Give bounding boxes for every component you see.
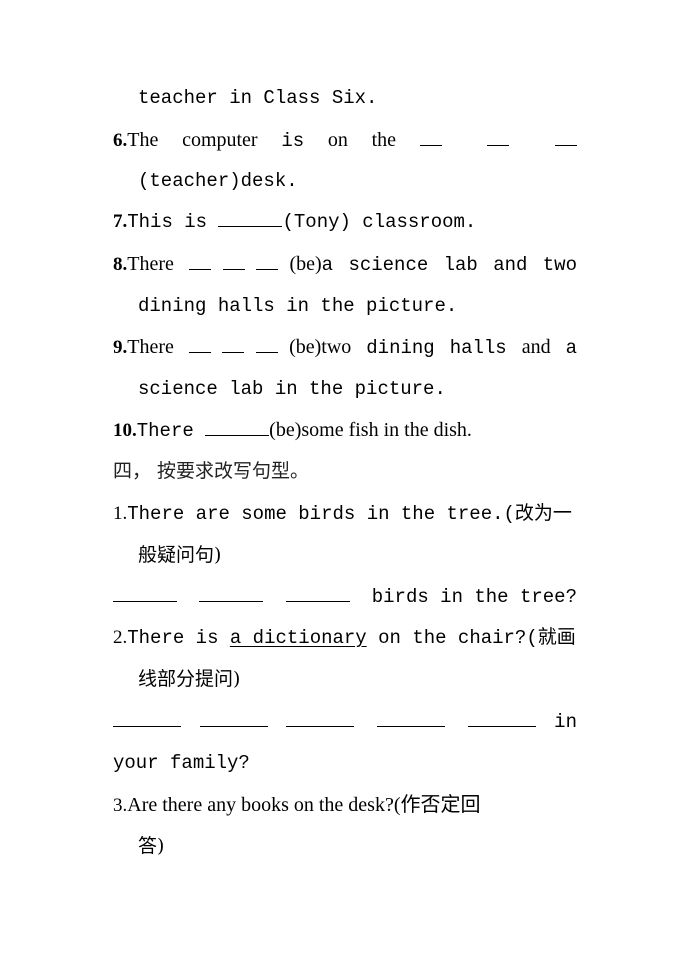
rewrite-answer-2: in: [113, 709, 577, 735]
word: computer: [182, 129, 258, 151]
question-cont-text: 般疑问句): [138, 544, 222, 566]
answer-text: birds in the tree?: [371, 586, 577, 608]
word: halls: [449, 337, 507, 359]
rewrite-question-1: 1.There are some birds in the tree.(改为一: [113, 501, 577, 527]
question-text: Are there any books on the desk?(作否定回: [127, 794, 481, 816]
answer-blank[interactable]: [376, 710, 445, 727]
item-text: There: [136, 420, 194, 442]
question-cont-text: 线部分提问): [138, 668, 241, 690]
answer-blank[interactable]: [199, 585, 264, 602]
question-cont-text: 答): [138, 835, 165, 857]
rewrite-question-2-continuation: 线部分提问): [138, 666, 577, 692]
item-number: 8.: [113, 254, 128, 275]
answer-blank[interactable]: [467, 710, 536, 727]
answer-blank[interactable]: [205, 419, 270, 436]
answer-blank[interactable]: [286, 710, 355, 727]
word: and: [521, 336, 551, 358]
item-8-cont-text: dining halls in the picture.: [138, 295, 458, 317]
hint: (be): [289, 336, 322, 358]
question-text: There is: [127, 627, 219, 649]
word: and: [493, 254, 528, 276]
word: two: [542, 254, 577, 276]
word: There: [127, 253, 174, 275]
word: a: [565, 337, 577, 359]
hint: (be): [289, 253, 322, 275]
answer-text: in: [554, 711, 577, 733]
question-item-8: 8.There (be)a science lab and two: [113, 251, 577, 277]
item-9-cont-text: science lab in the picture.: [138, 378, 446, 400]
answer-blank[interactable]: [189, 254, 279, 276]
item-8-continuation: dining halls in the picture.: [138, 293, 577, 319]
item-number: 6.: [113, 130, 128, 151]
item-6-cont-text: (teacher)desk.: [138, 170, 298, 192]
word: dining: [366, 337, 435, 359]
rewrite-question-3-continuation: 答): [138, 833, 577, 859]
question-item-9: 9.There (be)two dining halls and a: [113, 334, 577, 360]
answer-blank[interactable]: [113, 710, 181, 727]
word: There: [127, 336, 174, 358]
item-number: 1.: [113, 503, 128, 524]
answer-blank[interactable]: [218, 210, 283, 227]
item-number: 3.: [113, 795, 128, 816]
item-number: 2.: [113, 627, 128, 648]
question-item-6: 6.The computer is on the: [113, 127, 577, 153]
item-text: This is: [127, 211, 208, 233]
item-text: some fish in the dish.: [301, 419, 472, 441]
word: science: [348, 254, 429, 276]
section-4-heading: 四， 按要求改写句型。: [113, 458, 577, 484]
item-number: 7.: [113, 211, 128, 232]
item-number: 10.: [113, 420, 137, 441]
item-number: 9.: [113, 337, 128, 358]
item-6-continuation: (teacher)desk.: [138, 168, 577, 194]
answer-blank[interactable]: [113, 585, 177, 602]
underlined-phrase: a dictionary: [229, 627, 367, 649]
question-text: There are some birds in the tree.(改为一: [127, 503, 572, 525]
item-5-cont-text: teacher in Class Six.: [138, 87, 378, 109]
word: lab: [443, 254, 478, 276]
item-5-continuation: teacher in Class Six.: [138, 85, 577, 111]
word: The: [127, 129, 159, 151]
rewrite-question-3: 3.Are there any books on the desk?(作否定回: [113, 792, 577, 818]
word: is: [281, 130, 305, 152]
rewrite-question-1-continuation: 般疑问句): [138, 542, 577, 568]
word: on: [327, 129, 348, 151]
word: two: [321, 336, 352, 358]
rewrite-question-2: 2.There is a dictionary on the chair?(就画: [113, 625, 577, 651]
question-item-10: 10.There (be)some fish in the dish.: [113, 417, 577, 443]
answer-blank[interactable]: [199, 710, 268, 727]
answer-blank[interactable]: [419, 128, 577, 154]
item-9-continuation: science lab in the picture.: [138, 376, 577, 402]
answer-cont-text: your family?: [113, 752, 250, 774]
answer-blank[interactable]: [285, 585, 350, 602]
rewrite-answer-1: birds in the tree?: [113, 584, 577, 610]
answer-blank[interactable]: [188, 337, 278, 359]
rewrite-answer-2-continuation: your family?: [113, 750, 577, 776]
question-item-7: 7.This is (Tony) classroom.: [113, 209, 577, 235]
question-text: on the chair?(就画: [378, 627, 576, 649]
word: a: [321, 254, 334, 276]
word: the: [371, 129, 396, 151]
section-heading-text: 四， 按要求改写句型。: [113, 460, 310, 482]
item-text: (Tony) classroom.: [282, 211, 477, 233]
hint: (be): [269, 419, 302, 441]
